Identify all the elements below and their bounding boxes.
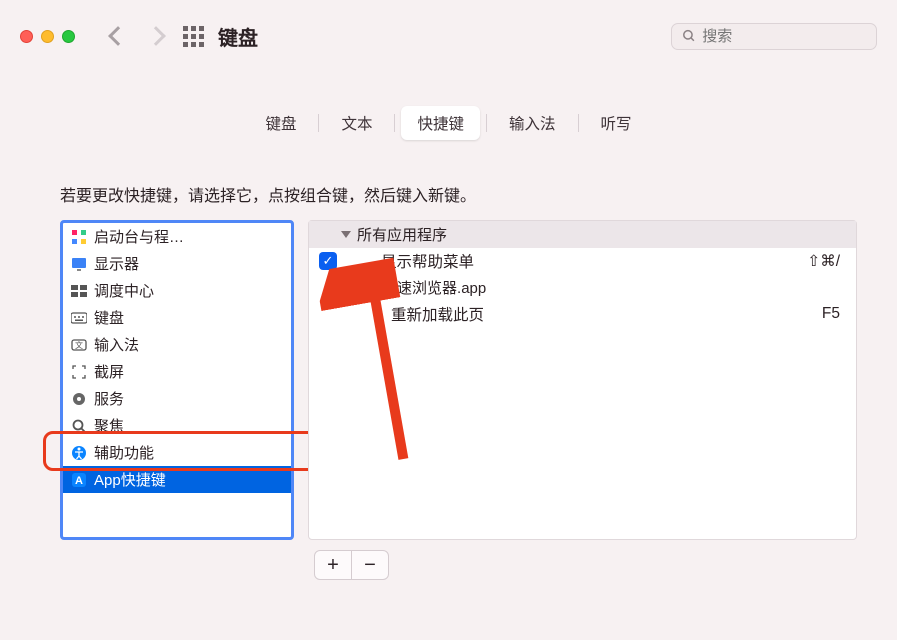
category-spotlight[interactable]: 聚焦 bbox=[63, 412, 291, 439]
shortcut-row[interactable]: 重新加载此页 F5 bbox=[309, 301, 856, 327]
forward-button[interactable] bbox=[146, 26, 166, 46]
category-label: 调度中心 bbox=[94, 280, 154, 301]
tab-keyboard[interactable]: 键盘 bbox=[249, 106, 312, 140]
spotlight-icon bbox=[71, 418, 87, 434]
zoom-window-button[interactable] bbox=[62, 30, 75, 43]
group-label: 360极速浏览器.app bbox=[357, 277, 486, 298]
group-label: 所有应用程序 bbox=[357, 224, 447, 245]
shortcut-key[interactable]: F5 bbox=[822, 305, 840, 323]
category-display[interactable]: 显示器 bbox=[63, 250, 291, 277]
tab-input-sources[interactable]: 输入法 bbox=[493, 106, 572, 140]
category-keyboard[interactable]: 键盘 bbox=[63, 304, 291, 331]
screenshot-icon bbox=[71, 364, 87, 380]
page-title: 键盘 bbox=[218, 22, 258, 51]
accessibility-icon bbox=[71, 445, 87, 461]
category-label: 辅助功能 bbox=[94, 442, 154, 463]
add-shortcut-button[interactable]: + bbox=[314, 550, 352, 580]
group-all-apps[interactable]: 所有应用程序 bbox=[309, 221, 856, 248]
category-label: 服务 bbox=[94, 388, 124, 409]
group-360-browser[interactable]: 360极速浏览器.app bbox=[309, 274, 856, 301]
category-label: 启动台与程… bbox=[94, 226, 184, 247]
app-shortcut-icon: A bbox=[71, 472, 87, 488]
tab-dictation[interactable]: 听写 bbox=[585, 106, 648, 140]
shortcut-list[interactable]: 所有应用程序 ✓ 显示帮助菜单 ⇧⌘/ 360极速浏览器.app 重新加载此页 … bbox=[308, 220, 857, 540]
services-icon bbox=[71, 391, 87, 407]
pref-tabs: 键盘 文本 快捷键 输入法 听写 bbox=[18, 106, 879, 140]
remove-shortcut-button[interactable]: − bbox=[351, 550, 389, 580]
category-label: 键盘 bbox=[94, 307, 124, 328]
instruction-text: 若要更改快捷键，请选择它，点按组合键，然后键入新键。 bbox=[60, 182, 879, 206]
tab-shortcuts[interactable]: 快捷键 bbox=[401, 106, 480, 140]
category-screenshot[interactable]: 截屏 bbox=[63, 358, 291, 385]
category-input-sources[interactable]: 文 输入法 bbox=[63, 331, 291, 358]
content-panes: 启动台与程… 显示器 调度中心 键盘 文 输入法 bbox=[60, 220, 857, 540]
input-icon: 文 bbox=[71, 337, 87, 353]
system-preferences-window: 键盘 键盘 文本 快捷键 输入法 听写 若要更改快捷键，请选择它，点按组合键，然… bbox=[0, 0, 897, 640]
category-label: 输入法 bbox=[94, 334, 139, 355]
category-label: 截屏 bbox=[94, 361, 124, 382]
back-button[interactable] bbox=[108, 26, 128, 46]
shortcut-checkbox[interactable]: ✓ bbox=[319, 252, 337, 270]
shortcut-label: 显示帮助菜单 bbox=[381, 250, 807, 272]
close-window-button[interactable] bbox=[20, 30, 33, 43]
mission-icon bbox=[71, 283, 87, 299]
svg-text:文: 文 bbox=[75, 340, 83, 350]
add-remove-controls: + − bbox=[314, 550, 879, 580]
keyboard-icon bbox=[71, 310, 87, 326]
nav-buttons bbox=[111, 29, 163, 43]
show-all-prefs-button[interactable] bbox=[183, 26, 204, 47]
chevron-down-icon bbox=[341, 284, 351, 291]
search-icon bbox=[682, 28, 696, 44]
chevron-down-icon bbox=[341, 231, 351, 238]
category-label: 聚焦 bbox=[94, 415, 124, 436]
svg-text:A: A bbox=[75, 475, 83, 487]
search-input[interactable] bbox=[702, 28, 866, 45]
display-icon bbox=[71, 256, 87, 272]
tab-separator bbox=[486, 114, 487, 132]
minimize-window-button[interactable] bbox=[41, 30, 54, 43]
tab-text[interactable]: 文本 bbox=[325, 106, 388, 140]
titlebar-left: 键盘 bbox=[20, 22, 258, 51]
shortcut-row[interactable]: ✓ 显示帮助菜单 ⇧⌘/ bbox=[309, 248, 856, 274]
tab-separator bbox=[578, 114, 579, 132]
category-accessibility[interactable]: 辅助功能 bbox=[63, 439, 291, 466]
category-list[interactable]: 启动台与程… 显示器 调度中心 键盘 文 输入法 bbox=[60, 220, 294, 540]
category-app-shortcuts[interactable]: A App快捷键 bbox=[63, 466, 291, 493]
search-field[interactable] bbox=[671, 23, 877, 50]
shortcut-label: 重新加载此页 bbox=[381, 303, 822, 325]
category-mission-control[interactable]: 调度中心 bbox=[63, 277, 291, 304]
category-label: App快捷键 bbox=[94, 469, 166, 490]
shortcut-key[interactable]: ⇧⌘/ bbox=[807, 252, 840, 271]
tab-separator bbox=[318, 114, 319, 132]
category-label: 显示器 bbox=[94, 253, 139, 274]
launchpad-icon bbox=[71, 229, 87, 245]
window-controls bbox=[20, 30, 75, 43]
category-services[interactable]: 服务 bbox=[63, 385, 291, 412]
tab-separator bbox=[394, 114, 395, 132]
category-launchpad[interactable]: 启动台与程… bbox=[63, 223, 291, 250]
titlebar: 键盘 bbox=[0, 0, 897, 72]
